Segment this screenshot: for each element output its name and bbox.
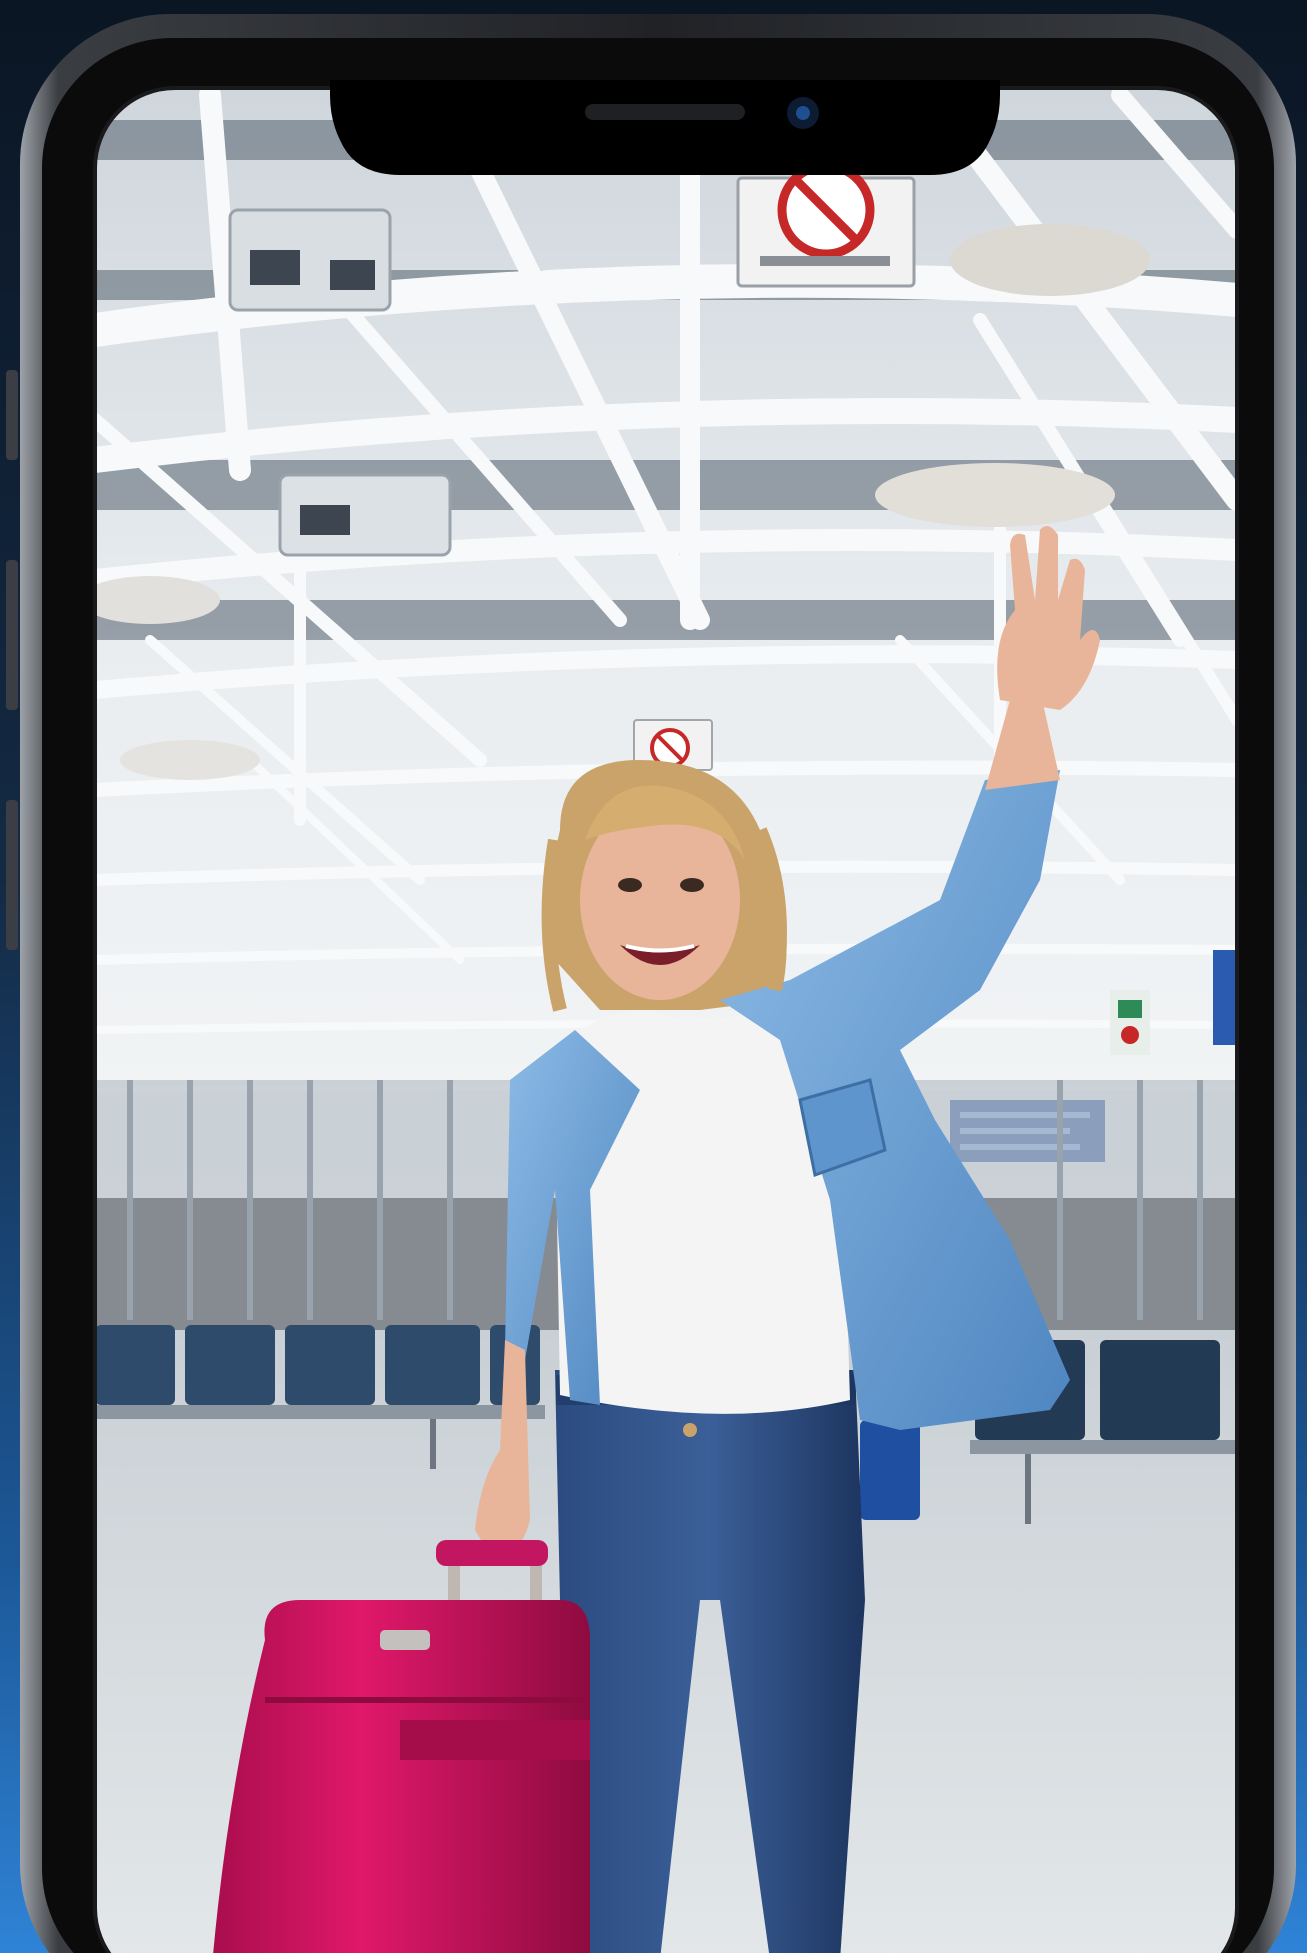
phone-side-button	[6, 370, 18, 460]
phone-side-button	[6, 800, 18, 950]
speaker-grille-icon	[585, 104, 745, 120]
phone-side-button	[6, 560, 18, 710]
phone-screen	[95, 88, 1237, 1953]
no-smoking-sign-icon	[736, 161, 916, 288]
phone-mockup-scene	[0, 0, 1307, 1953]
phone-notch	[330, 80, 1000, 175]
